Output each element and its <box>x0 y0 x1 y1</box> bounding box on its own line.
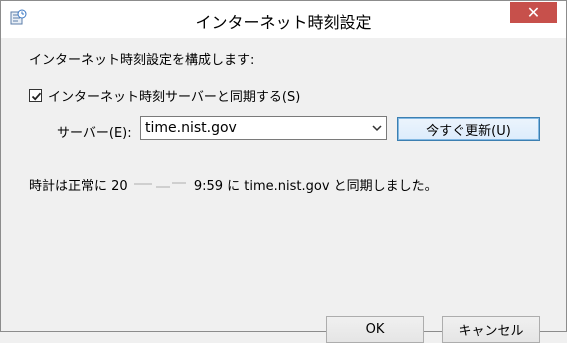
obscured-date <box>128 178 190 192</box>
server-label: サーバー(E): <box>57 126 132 141</box>
dialog-window: インターネット時刻設定 ✕ インターネット時刻設定を構成します: インターネット… <box>0 0 567 343</box>
update-now-button[interactable]: 今すぐ更新(U) <box>397 117 540 141</box>
close-icon: ✕ <box>526 2 541 22</box>
ok-button[interactable]: OK <box>326 316 424 343</box>
status-suffix: 9:59 に time.nist.gov と同期しました。 <box>189 179 438 194</box>
server-value[interactable]: time.nist.gov <box>145 120 237 136</box>
sync-status-text: 時計は正常に 20 9:59 に time.nist.gov と同期しました。 <box>29 175 438 194</box>
window-title: インターネット時刻設定 <box>195 13 372 32</box>
sync-checkbox[interactable] <box>29 88 42 102</box>
server-combobox[interactable]: time.nist.gov <box>140 116 387 140</box>
checkmark-icon <box>31 92 42 101</box>
close-button[interactable]: ✕ <box>510 2 557 23</box>
chevron-down-icon[interactable] <box>372 124 382 132</box>
status-prefix: 時計は正常に 20 <box>29 179 128 194</box>
sync-option[interactable]: インターネット時刻サーバーと同期する(S) <box>29 86 300 105</box>
cancel-button[interactable]: キャンセル <box>442 316 540 343</box>
sync-checkbox-label[interactable]: インターネット時刻サーバーと同期する(S) <box>48 86 300 105</box>
dialog-content: インターネット時刻設定を構成します: インターネット時刻サーバーと同期する(S)… <box>1 38 566 343</box>
dialog-heading: インターネット時刻設定を構成します: <box>29 53 255 68</box>
title-bar[interactable]: インターネット時刻設定 ✕ <box>1 1 566 38</box>
